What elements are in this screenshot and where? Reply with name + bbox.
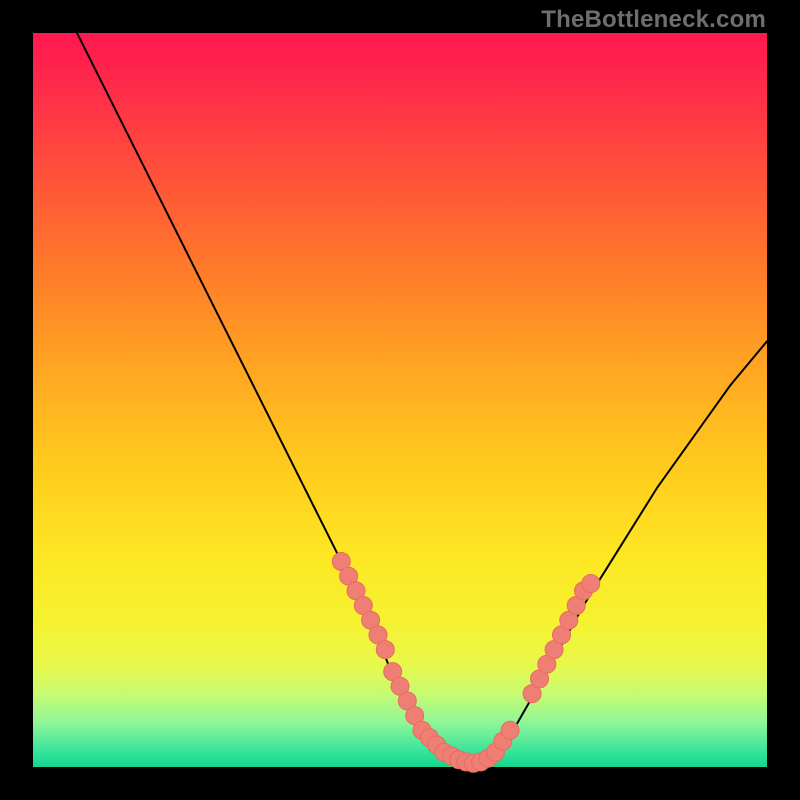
left-slope-markers <box>376 641 394 659</box>
plot-area <box>33 33 767 767</box>
watermark-text: TheBottleneck.com <box>541 6 766 34</box>
valley-markers <box>501 721 519 739</box>
chart-frame: TheBottleneck.com <box>0 0 800 800</box>
plot-svg <box>33 33 767 767</box>
right-slope-markers <box>582 575 600 593</box>
curve-line <box>77 33 767 767</box>
